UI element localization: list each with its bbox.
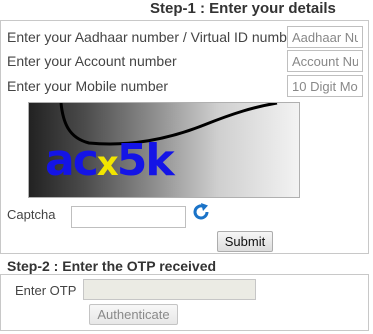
account-label: Enter your Account number <box>7 53 177 69</box>
captcha-label: Captcha <box>7 207 56 222</box>
captcha-char: a <box>45 135 75 186</box>
captcha-char: 5 <box>116 135 148 186</box>
mobile-input[interactable] <box>287 75 363 97</box>
mobile-label: Enter your Mobile number <box>7 78 169 94</box>
step1-title: Step-1 : Enter your details <box>150 0 336 17</box>
aadhaar-verification-form: Step-1 : Enter your details Enter your A… <box>0 0 373 334</box>
captcha-char: c <box>72 135 99 186</box>
captcha-char: x <box>96 144 119 184</box>
refresh-icon[interactable] <box>191 202 211 222</box>
authenticate-button[interactable]: Authenticate <box>89 304 178 325</box>
captcha-image: acx5k <box>28 102 300 198</box>
step2-title: Step-2 : Enter the OTP received <box>7 258 217 274</box>
captcha-input[interactable] <box>71 206 186 228</box>
captcha-text: acx5k <box>45 139 175 184</box>
otp-label: Enter OTP <box>15 283 77 298</box>
account-input[interactable] <box>287 50 363 72</box>
aadhaar-input[interactable] <box>287 26 363 48</box>
captcha-char: k <box>145 135 174 186</box>
submit-button[interactable]: Submit <box>217 231 273 252</box>
aadhaar-label: Enter your Aadhaar number / Virtual ID n… <box>7 29 300 45</box>
otp-input[interactable] <box>83 279 256 300</box>
